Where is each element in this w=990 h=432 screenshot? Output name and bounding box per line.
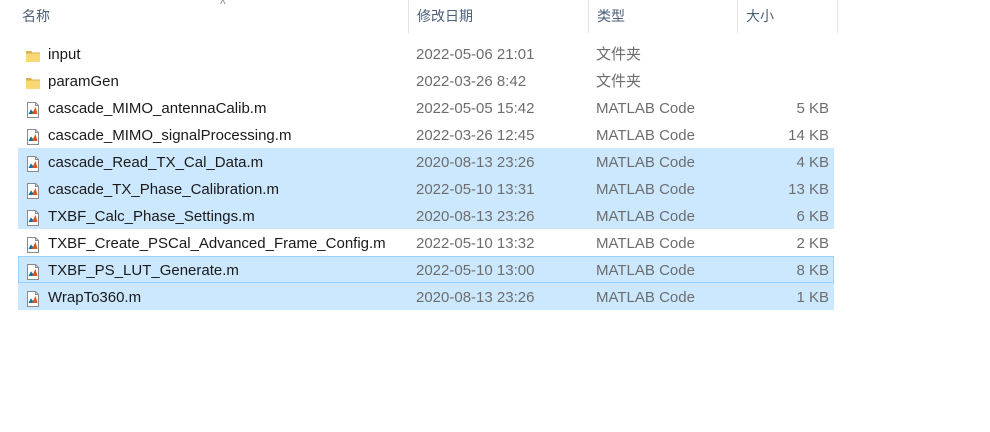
file-type: MATLAB Code (596, 154, 695, 171)
file-size: 5 KB (796, 100, 829, 117)
column-header-type-label: 类型 (597, 8, 625, 24)
file-size: 1 KB (796, 289, 829, 306)
column-header-bar: 名称 ^ 修改日期 类型 大小 (0, 0, 990, 33)
file-name: cascade_Read_TX_Cal_Data.m (48, 154, 264, 171)
file-type: 文件夹 (596, 46, 642, 63)
column-header-date-label: 修改日期 (417, 8, 473, 24)
file-name: paramGen (48, 73, 119, 90)
file-type: 文件夹 (596, 73, 642, 90)
file-row[interactable]: cascade_MIMO_signalProcessing.m 2022-03-2… (18, 121, 834, 148)
matlab-file-icon (25, 100, 41, 118)
file-modified-date: 2022-05-10 13:00 (416, 262, 535, 279)
column-header-type[interactable]: 类型 (589, 0, 738, 33)
file-row[interactable]: TXBF_Calc_Phase_Settings.m 2020-08-13 23:… (18, 202, 834, 229)
file-type: MATLAB Code (596, 181, 695, 198)
file-name: cascade_MIMO_signalProcessing.m (48, 127, 292, 144)
folder-icon (25, 46, 41, 62)
file-modified-date: 2022-05-10 13:31 (416, 181, 535, 198)
file-row[interactable]: cascade_TX_Phase_Calibration.m 2022-05-10… (18, 175, 834, 202)
file-name: cascade_TX_Phase_Calibration.m (48, 181, 279, 198)
file-type: MATLAB Code (596, 235, 695, 252)
file-modified-date: 2022-05-10 13:32 (416, 235, 535, 252)
file-row[interactable]: cascade_Read_TX_Cal_Data.m 2020-08-13 23:… (18, 148, 834, 175)
file-row[interactable]: cascade_MIMO_antennaCalib.m 2022-05-05 15… (18, 94, 834, 121)
file-name: cascade_MIMO_antennaCalib.m (48, 100, 267, 117)
file-modified-date: 2022-03-26 12:45 (416, 127, 535, 144)
file-modified-date: 2022-03-26 8:42 (416, 73, 527, 90)
file-type: MATLAB Code (596, 100, 695, 117)
file-row[interactable]: WrapTo360.m 2020-08-13 23:26 MATLAB Code 1 … (18, 283, 834, 310)
matlab-file-icon (25, 235, 41, 253)
matlab-file-icon (25, 127, 41, 145)
file-row[interactable]: TXBF_Create_PSCal_Advanced_Frame_Config.… (18, 229, 834, 256)
column-header-name[interactable]: 名称 ^ (14, 0, 409, 33)
file-type: MATLAB Code (596, 127, 695, 144)
matlab-file-icon (25, 208, 41, 226)
file-size: 14 KB (788, 127, 829, 144)
file-type: MATLAB Code (596, 262, 695, 279)
file-name: input (48, 46, 81, 63)
matlab-file-icon (25, 154, 41, 172)
file-type: MATLAB Code (596, 208, 695, 225)
file-size: 8 KB (796, 262, 829, 279)
file-size: 6 KB (796, 208, 829, 225)
file-list: input 2022-05-06 21:01 文件夹 paramGen 2022-03-… (18, 40, 834, 310)
file-modified-date: 2020-08-13 23:26 (416, 208, 535, 225)
matlab-file-icon (25, 262, 41, 280)
file-name: TXBF_Calc_Phase_Settings.m (48, 208, 255, 225)
file-modified-date: 2022-05-05 15:42 (416, 100, 535, 117)
file-row[interactable]: input 2022-05-06 21:01 文件夹 (18, 40, 834, 67)
file-row[interactable]: paramGen 2022-03-26 8:42 文件夹 (18, 67, 834, 94)
sort-ascending-icon: ^ (220, 0, 226, 11)
file-modified-date: 2020-08-13 23:26 (416, 154, 535, 171)
file-modified-date: 2020-08-13 23:26 (416, 289, 535, 306)
column-header-size-label: 大小 (746, 8, 774, 24)
column-header-name-label: 名称 (22, 8, 50, 24)
file-name: TXBF_Create_PSCal_Advanced_Frame_Config.… (48, 235, 386, 252)
matlab-file-icon (25, 181, 41, 199)
file-name: WrapTo360.m (48, 289, 142, 306)
column-header-size[interactable]: 大小 (738, 0, 838, 33)
file-modified-date: 2022-05-06 21:01 (416, 46, 535, 63)
file-name: TXBF_PS_LUT_Generate.m (48, 262, 239, 279)
matlab-file-icon (25, 289, 41, 307)
file-size: 13 KB (788, 181, 829, 198)
file-size: 2 KB (796, 235, 829, 252)
folder-icon (25, 73, 41, 89)
column-header-date[interactable]: 修改日期 (409, 0, 589, 33)
file-size: 4 KB (796, 154, 829, 171)
file-type: MATLAB Code (596, 289, 695, 306)
file-row[interactable]: TXBF_PS_LUT_Generate.m 2022-05-10 13:00 MA… (18, 256, 834, 283)
